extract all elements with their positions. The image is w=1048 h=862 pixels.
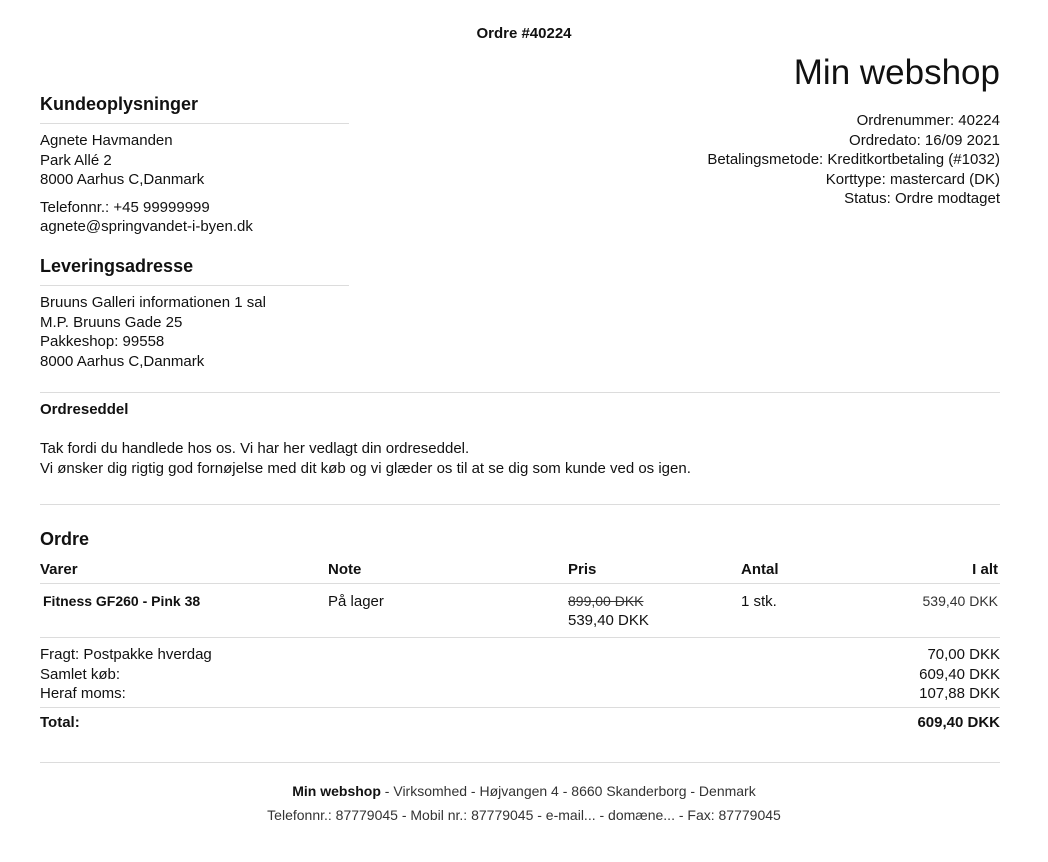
- item-price: 899,00 DKK 539,40 DKK: [568, 593, 649, 629]
- item-name: Fitness GF260 - Pink 38: [43, 593, 201, 609]
- order-number: Ordrenummer: 40224: [856, 112, 1000, 129]
- subtotal-line: Samlet køb: 609,40 DKK: [40, 665, 1000, 685]
- delivery-line-1: Bruuns Galleri informationen 1 sal: [40, 293, 266, 311]
- table-row: Fitness GF260 - Pink 38 På lager 899,00 …: [40, 584, 1000, 638]
- shipping-label: Fragt: Postpakke hverdag: [40, 646, 212, 663]
- delivery-line-3: Pakkeshop: 99558: [40, 333, 165, 351]
- customer-address: Agnete Havmanden Park Allé 2 8000 Aarhus…: [40, 131, 349, 190]
- item-total: 539,40 DKK: [922, 593, 999, 609]
- customer-contact: Telefonnr.: +45 99999999 agnete@springva…: [40, 198, 349, 237]
- item-note: På lager: [328, 593, 384, 610]
- subtotal-value: 609,40 DKK: [919, 665, 1000, 683]
- order-table: Varer Note Pris Antal I alt Fitness GF26…: [40, 560, 1000, 736]
- table-header: Varer Note Pris Antal I alt: [40, 560, 1000, 584]
- footer-line-2: Telefonnr.: 87779045 - Mobil nr.: 877790…: [267, 807, 781, 823]
- footer-address: - Virksomhed - Højvangen 4 - 8660 Skande…: [380, 783, 756, 799]
- vat-label: Heraf moms:: [40, 685, 126, 703]
- intro-line-1: Tak fordi du handlede hos os. Vi har her…: [40, 440, 470, 457]
- total-label: Total:: [40, 713, 80, 731]
- vat-line: Heraf moms: 107,88 DKK: [40, 684, 1000, 704]
- customer-name: Agnete Havmanden: [40, 132, 173, 149]
- order-heading: Ordre: [40, 529, 90, 549]
- intro-line-2: Vi ønsker dig rigtig god fornøjelse med …: [40, 459, 691, 477]
- order-date: Ordredato: 16/09 2021: [849, 131, 1000, 149]
- column-header-price: Pris: [568, 561, 597, 578]
- customer-heading: Kundeoplysninger: [40, 94, 349, 124]
- payment-method: Betalingsmetode: Kreditkortbetaling (#10…: [707, 151, 1000, 169]
- document-title: Ordre #40224: [476, 25, 572, 42]
- delivery-line-4: 8000 Aarhus C,Danmark: [40, 352, 205, 370]
- divider: [40, 504, 1000, 505]
- customer-phone: Telefonnr.: +45 99999999: [40, 198, 210, 216]
- vat-value: 107,88 DKK: [919, 685, 1000, 703]
- customer-street: Park Allé 2: [40, 151, 112, 169]
- intro-title: Ordreseddel: [40, 401, 129, 418]
- card-type: Korttype: mastercard (DK): [825, 170, 1000, 188]
- delivery-heading: Leveringsadresse: [40, 256, 349, 286]
- column-header-total: I alt: [972, 561, 998, 578]
- total-value: 609,40 DKK: [917, 713, 1000, 731]
- item-current-price: 539,40 DKK: [568, 612, 649, 629]
- footer-company: Min webshop: [292, 783, 381, 799]
- intro-text: Tak fordi du handlede hos os. Vi har her…: [40, 439, 691, 478]
- shop-name: Min webshop: [793, 53, 1000, 92]
- footer: Min webshop - Virksomhed - Højvangen 4 -…: [0, 779, 1048, 827]
- delivery-address: Bruuns Galleri informationen 1 sal M.P. …: [40, 293, 349, 371]
- column-header-items: Varer: [40, 561, 78, 578]
- shipping-line: Fragt: Postpakke hverdag 70,00 DKK: [40, 645, 1000, 665]
- address-column: Kundeoplysninger Agnete Havmanden Park A…: [40, 94, 349, 371]
- item-old-price: 899,00 DKK: [568, 593, 644, 609]
- subtotal-label: Samlet køb:: [40, 665, 121, 683]
- delivery-line-2: M.P. Bruuns Gade 25: [40, 313, 183, 331]
- order-summary: Fragt: Postpakke hverdag 70,00 DKK Samle…: [40, 645, 1000, 704]
- customer-city: 8000 Aarhus C,Danmark: [40, 171, 205, 189]
- column-header-qty: Antal: [741, 561, 779, 578]
- divider: [40, 392, 1000, 393]
- item-qty: 1 stk.: [741, 593, 777, 610]
- customer-email: agnete@springvandet-i-byen.dk: [40, 218, 253, 236]
- order-meta: Ordrenummer: 40224 Ordredato: 16/09 2021…: [707, 111, 1000, 209]
- column-header-note: Note: [328, 561, 362, 578]
- total-line: Total: 609,40 DKK: [40, 706, 1000, 736]
- invoice-page: Ordre #40224 Min webshop Ordrenummer: 40…: [0, 0, 1048, 862]
- divider: [40, 762, 1000, 763]
- order-status: Status: Ordre modtaget: [844, 190, 1000, 208]
- shipping-value: 70,00 DKK: [927, 646, 1000, 663]
- footer-line-1: Min webshop - Virksomhed - Højvangen 4 -…: [0, 779, 1048, 803]
